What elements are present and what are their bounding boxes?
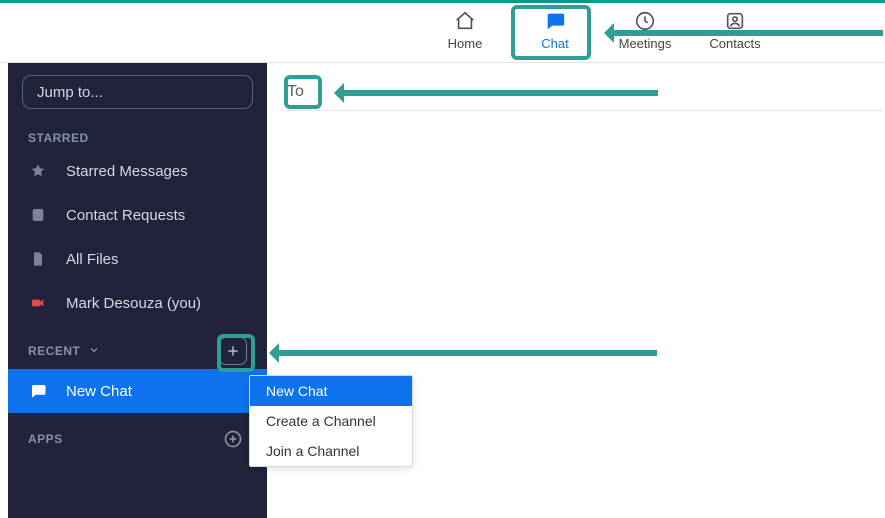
compose-to-field[interactable]: To bbox=[287, 73, 883, 111]
tool-accent-line bbox=[0, 0, 885, 3]
nav-chat-label: Chat bbox=[541, 36, 568, 51]
ctx-item-label: Join a Channel bbox=[266, 443, 359, 459]
nav-home-label: Home bbox=[448, 36, 483, 51]
sidebar-item-starred-messages[interactable]: Starred Messages bbox=[8, 149, 267, 193]
sidebar-item-label: Starred Messages bbox=[66, 163, 188, 180]
contacts-icon bbox=[724, 10, 746, 32]
ctx-create-channel[interactable]: Create a Channel bbox=[250, 406, 412, 436]
sidebar-item-contact-requests[interactable]: Contact Requests bbox=[8, 193, 267, 237]
sidebar: Jump to... STARRED Starred Messages Cont… bbox=[8, 63, 267, 518]
nav-meetings[interactable]: Meetings bbox=[600, 6, 690, 51]
sidebar-item-label: Mark Desouza (you) bbox=[66, 295, 201, 312]
nav-contacts[interactable]: Contacts bbox=[690, 6, 780, 51]
nav-home[interactable]: Home bbox=[420, 6, 510, 51]
sidebar-item-me[interactable]: Mark Desouza (you) bbox=[8, 281, 267, 325]
section-recent-label: RECENT bbox=[28, 344, 80, 358]
section-apps-label: APPS bbox=[28, 432, 63, 446]
nav-chat[interactable]: Chat bbox=[510, 6, 600, 51]
chevron-down-icon bbox=[88, 344, 100, 359]
chat-bubble-icon bbox=[28, 381, 48, 401]
nav-items: Home Chat Meetings Contacts bbox=[420, 6, 780, 51]
section-starred-label: STARRED bbox=[28, 131, 89, 145]
sidebar-item-label: New Chat bbox=[66, 383, 132, 400]
chat-icon bbox=[544, 10, 566, 32]
nav-contacts-label: Contacts bbox=[709, 36, 760, 51]
file-icon bbox=[28, 249, 48, 269]
nav-meetings-label: Meetings bbox=[619, 36, 672, 51]
sidebar-item-new-chat[interactable]: New Chat bbox=[8, 369, 267, 413]
ctx-item-label: Create a Channel bbox=[266, 413, 376, 429]
sidebar-item-label: All Files bbox=[66, 251, 119, 268]
jump-to-input[interactable]: Jump to... bbox=[22, 75, 253, 109]
sidebar-item-all-files[interactable]: All Files bbox=[8, 237, 267, 281]
jump-to-placeholder: Jump to... bbox=[37, 84, 103, 101]
section-recent[interactable]: RECENT bbox=[8, 325, 267, 369]
clock-icon bbox=[634, 10, 656, 32]
star-icon bbox=[28, 161, 48, 181]
ctx-join-channel[interactable]: Join a Channel bbox=[250, 436, 412, 466]
section-apps[interactable]: APPS bbox=[8, 413, 267, 457]
ctx-new-chat[interactable]: New Chat bbox=[250, 376, 412, 406]
contact-request-icon bbox=[28, 205, 48, 225]
home-icon bbox=[454, 10, 476, 32]
recent-add-button[interactable] bbox=[219, 337, 247, 365]
compose-to-label: To bbox=[287, 83, 304, 101]
video-icon bbox=[28, 293, 48, 313]
section-starred[interactable]: STARRED bbox=[8, 119, 267, 149]
top-toolbar: Home Chat Meetings Contacts bbox=[0, 0, 885, 63]
recent-context-menu: New Chat Create a Channel Join a Channel bbox=[249, 375, 413, 467]
apps-add-button[interactable] bbox=[219, 425, 247, 453]
sidebar-item-label: Contact Requests bbox=[66, 207, 185, 224]
ctx-item-label: New Chat bbox=[266, 383, 327, 399]
